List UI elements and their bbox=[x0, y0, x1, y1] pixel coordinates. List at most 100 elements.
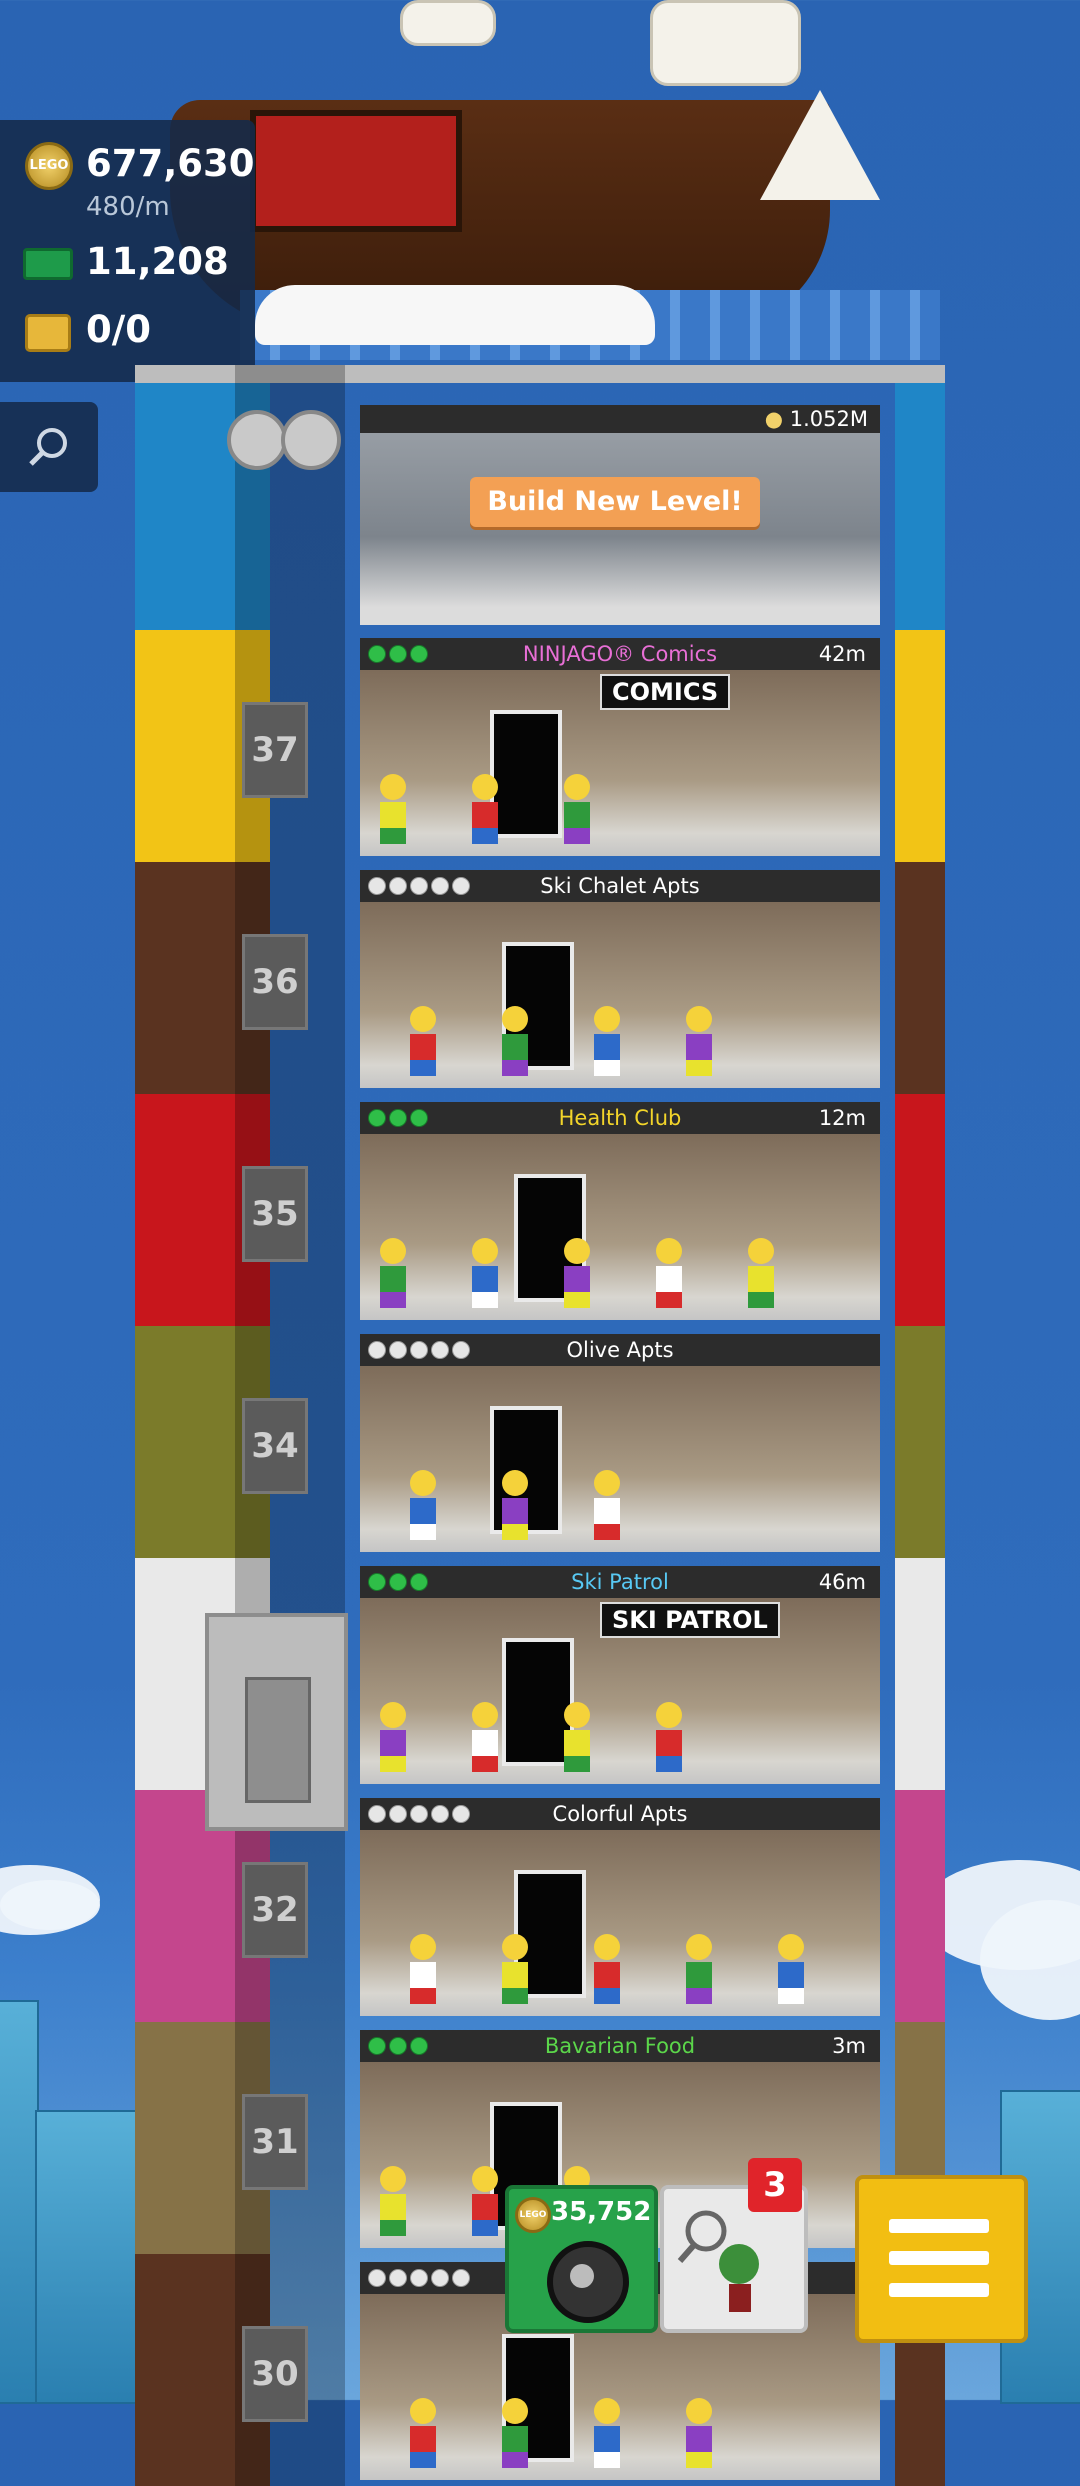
search-badge: 3 bbox=[748, 2158, 802, 2212]
coin-icon: ● bbox=[764, 407, 784, 431]
menu-icon bbox=[889, 2219, 989, 2299]
build-new-level-button[interactable]: Build New Level! bbox=[470, 477, 760, 527]
minifigure[interactable] bbox=[380, 2166, 406, 2236]
minifigure[interactable] bbox=[472, 2166, 498, 2236]
elevator-gear bbox=[281, 410, 341, 470]
shop-sign: SKI PATROL bbox=[600, 1602, 780, 1638]
floor-room[interactable]: SKI PATROL bbox=[360, 1594, 880, 1784]
minifigure[interactable] bbox=[778, 1934, 804, 2004]
minifigure[interactable] bbox=[502, 1934, 528, 2004]
minifigure[interactable] bbox=[472, 1238, 498, 1308]
minifigure[interactable] bbox=[656, 1238, 682, 1308]
floor-name: Bavarian Food bbox=[544, 2034, 696, 2058]
search-button[interactable] bbox=[0, 402, 98, 492]
floor-room[interactable] bbox=[360, 1362, 880, 1552]
floor-label: Ski Patrol 46m bbox=[360, 1566, 880, 1598]
bux-amount: 11,208 bbox=[86, 240, 229, 283]
floor-timer: 3m bbox=[832, 2034, 866, 2058]
coins-amount: 677,630 bbox=[86, 142, 255, 185]
coins-rate: 480/m bbox=[86, 192, 170, 222]
shop-sign: COMICS bbox=[600, 674, 731, 710]
floor-wall bbox=[895, 1790, 945, 2022]
minifigure[interactable] bbox=[686, 2398, 712, 2468]
minifigure[interactable] bbox=[472, 1702, 498, 1772]
vehicle-cost: 35,752 bbox=[551, 2197, 652, 2227]
floor[interactable]: 35 Health Club 12m bbox=[135, 1094, 945, 1326]
floor-timer: 42m bbox=[818, 642, 866, 666]
ship-sail bbox=[650, 0, 801, 86]
minifigure[interactable] bbox=[502, 2398, 528, 2468]
floor-wall bbox=[895, 862, 945, 1094]
floor-wall bbox=[895, 630, 945, 862]
minifigure[interactable] bbox=[410, 1006, 436, 1076]
floor-number: 35 bbox=[242, 1166, 308, 1262]
minifigure[interactable] bbox=[380, 774, 406, 844]
tower: ● 1.052M Build New Level! 37 COMICS NINJAG… bbox=[135, 365, 945, 2486]
minifigure[interactable] bbox=[594, 2398, 620, 2468]
minifigure[interactable] bbox=[594, 1006, 620, 1076]
floor-room[interactable] bbox=[360, 1826, 880, 2016]
minifigure[interactable] bbox=[410, 1470, 436, 1540]
ship-jib-sail bbox=[760, 90, 880, 200]
floor-number: 36 bbox=[242, 934, 308, 1030]
floor-room[interactable] bbox=[360, 898, 880, 1088]
floor-name: Ski Patrol bbox=[571, 1570, 669, 1594]
minifigure[interactable] bbox=[686, 1006, 712, 1076]
minifigure[interactable] bbox=[594, 1470, 620, 1540]
minifigure[interactable] bbox=[656, 1702, 682, 1772]
minifigure[interactable] bbox=[564, 1238, 590, 1308]
elevator-door bbox=[245, 1677, 311, 1803]
menu-button[interactable] bbox=[855, 2175, 1028, 2343]
minifigure[interactable] bbox=[502, 1006, 528, 1076]
minifigure[interactable] bbox=[472, 774, 498, 844]
floor-room[interactable] bbox=[360, 1130, 880, 1320]
ship-sail bbox=[400, 0, 496, 46]
construction-floor[interactable]: ● 1.052M Build New Level! bbox=[135, 365, 945, 630]
floor-timer: 12m bbox=[818, 1106, 866, 1130]
floor-wall bbox=[895, 1558, 945, 1790]
floor[interactable]: 36 Ski Chalet Apts bbox=[135, 862, 945, 1094]
vehicle-button[interactable]: LEGO 35,752 bbox=[505, 2185, 658, 2333]
bricks-amount: 0/0 bbox=[86, 308, 152, 351]
minifigure[interactable] bbox=[502, 1470, 528, 1540]
minifigure[interactable] bbox=[380, 1238, 406, 1308]
minifigure[interactable] bbox=[380, 1702, 406, 1772]
minifigure[interactable] bbox=[564, 774, 590, 844]
floor-room[interactable]: COMICS bbox=[360, 666, 880, 856]
wave bbox=[255, 285, 655, 345]
floor-label: Bavarian Food 3m bbox=[360, 2030, 880, 2062]
floor-name: NINJAGO® Comics bbox=[522, 642, 718, 666]
minifigure[interactable] bbox=[748, 1238, 774, 1308]
floor-wall bbox=[895, 1326, 945, 1558]
floor-name: Colorful Apts bbox=[552, 1802, 688, 1826]
room-door bbox=[490, 710, 562, 838]
minifigure[interactable] bbox=[564, 1702, 590, 1772]
floor-label: Olive Apts bbox=[360, 1334, 880, 1366]
elevator-gear bbox=[227, 410, 287, 470]
resources-panel: LEGO 677,630 480/m 11,208 0/0 bbox=[0, 120, 255, 382]
search-icon bbox=[29, 428, 67, 466]
brick-icon bbox=[25, 314, 71, 352]
coin-icon: LEGO bbox=[25, 142, 73, 190]
bux-icon bbox=[23, 248, 73, 280]
elevator-car[interactable] bbox=[205, 1613, 348, 1831]
background-building bbox=[0, 2000, 39, 2404]
floor-timer: 46m bbox=[818, 1570, 866, 1594]
floor-wall bbox=[895, 1094, 945, 1326]
floor-label: NINJAGO® Comics 42m bbox=[360, 638, 880, 670]
floor-number: 30 bbox=[242, 2326, 308, 2422]
minifigure[interactable] bbox=[410, 1934, 436, 2004]
tire-icon bbox=[547, 2241, 629, 2323]
floor-number: 34 bbox=[242, 1398, 308, 1494]
floor-label: Health Club 12m bbox=[360, 1102, 880, 1134]
floor-number: 32 bbox=[242, 1862, 308, 1958]
floor[interactable]: 34 Olive Apts bbox=[135, 1326, 945, 1558]
floor-name: Ski Chalet Apts bbox=[540, 874, 700, 898]
minifigure[interactable] bbox=[686, 1934, 712, 2004]
floor[interactable]: 37 COMICS NINJAGO® Comics 42m bbox=[135, 630, 945, 862]
minifigure[interactable] bbox=[594, 1934, 620, 2004]
build-cost-value: 1.052M bbox=[789, 407, 868, 431]
ship-cabin bbox=[250, 110, 462, 232]
minifigure[interactable] bbox=[410, 2398, 436, 2468]
floor-name: Olive Apts bbox=[566, 1338, 674, 1362]
